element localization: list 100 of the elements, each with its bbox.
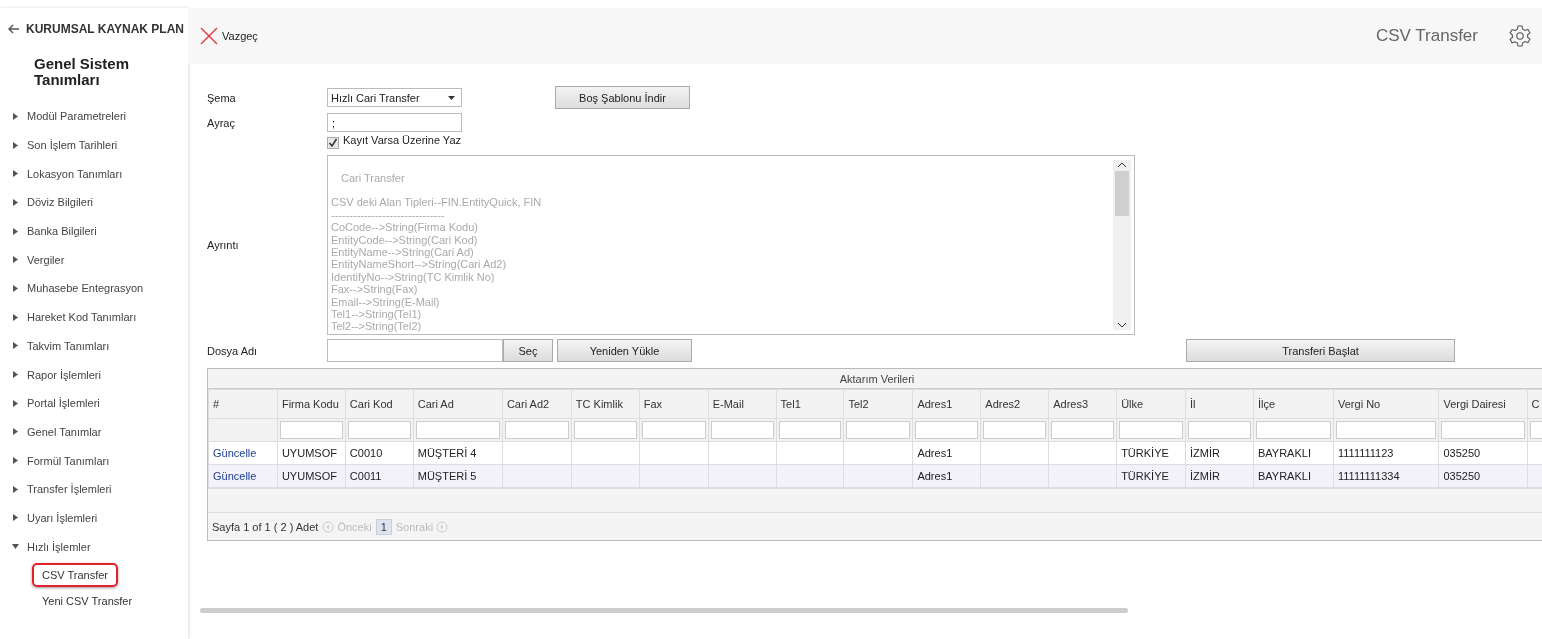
filter-field[interactable] [573,421,637,439]
filter-field[interactable] [846,421,911,439]
sidebar-item[interactable]: Takvim Tanımları [0,331,188,361]
sidebar-item-label: Takvim Tanımları [27,339,110,352]
sidebar-item-label: Vergiler [27,253,65,266]
schema-dropdown[interactable]: Hızlı Cari Transfer [327,88,462,107]
filter-field[interactable] [641,421,706,439]
table-cell: 035250 [1443,470,1481,482]
sidebar-item[interactable]: Uyarı İşlemleri [0,503,188,533]
field-label: Ayraç [207,116,236,129]
checkbox[interactable] [327,137,339,149]
sidebar-item[interactable]: Lokasyon Tanımları [0,159,188,189]
sidebar-item[interactable]: Son İşlem Tarihleri [0,130,188,160]
horizontal-scrollbar[interactable] [200,608,1128,613]
filter-field[interactable] [279,421,343,439]
column-header[interactable]: Ülke [1116,389,1186,419]
page-title: CSV Transfer [1375,26,1478,46]
column-header[interactable]: Vergi Dairesi [1438,389,1528,419]
column-header[interactable]: Vergi No [1333,389,1439,419]
scrollbar[interactable] [1113,160,1131,330]
close-icon [200,27,218,45]
filter-field[interactable] [504,421,569,439]
reload-button[interactable]: Yeniden Yükle [557,339,692,362]
column-header[interactable]: E-Mail [708,389,777,419]
sidebar-item-label: Döviz Bilgileri [27,196,94,209]
table-cell: Adres1 [917,447,953,459]
sidebar-item[interactable]: Portal İşlemleri [0,388,188,418]
column-header[interactable]: Fax [639,389,709,419]
column-header[interactable]: Cari Ad [413,389,503,419]
filter-field[interactable] [1051,421,1115,439]
table-cell: C0010 [349,447,383,459]
separator-field[interactable]: ; [327,113,462,132]
sidebar-item[interactable]: Modül Parametreleri [0,102,188,131]
sidebar-item[interactable]: Formül Tanımları [0,446,188,475]
sidebar-item-label: Formül Tanımları [27,454,110,467]
filter-field[interactable] [1188,421,1251,439]
sidebar-item[interactable]: Vergiler [0,245,188,275]
column-header[interactable]: Tel2 [844,389,913,419]
filter-field[interactable] [1529,421,1542,439]
column-header[interactable]: Tel1 [776,389,844,419]
table-cell: UYUMSOF [281,470,337,482]
filter-field[interactable] [778,421,842,439]
start-transfer-button[interactable]: Transferi Başlat [1186,339,1455,362]
column-header[interactable]: İl [1185,389,1254,419]
choose-button[interactable]: Seç [503,339,553,362]
settings-icon[interactable] [1508,24,1532,48]
column-header[interactable]: # [208,389,278,419]
sidebar-item[interactable]: Transfer İşlemleri [0,474,188,504]
file-name-field[interactable] [327,339,503,362]
filter-field[interactable] [915,421,979,439]
table-cell: C0011 [349,470,382,482]
cancel-button[interactable]: Vazgeç [200,27,258,45]
sidebar-subitem[interactable]: CSV Transfer [32,563,119,587]
sidebar-item[interactable]: Banka Bilgileri [0,216,188,246]
chevron-up-icon[interactable] [1117,160,1127,168]
sidebar-item-label: Genel Tanımlar [27,425,102,438]
column-header[interactable]: TC Kimlik [571,389,640,419]
sidebar-title: Genel Sistem Tanımları [34,56,131,88]
table-cell: UYUMSOF [281,447,337,459]
scrollbar-thumb[interactable] [1115,171,1129,216]
column-header[interactable]: Adres2 [980,389,1049,419]
filter-field[interactable] [983,421,1047,439]
filter-field[interactable] [710,421,774,439]
sidebar-item-label: Hızlı İşlemler [27,540,91,553]
sidebar-item[interactable]: Genel Tanımlar [0,417,188,447]
column-header[interactable]: Cari Ad2 [502,389,572,419]
column-header[interactable]: İlçe [1253,389,1334,419]
table-cell: İZMİR [1190,470,1220,482]
sidebar-item[interactable]: Hareket Kod Tanımları [0,302,188,332]
sidebar-item[interactable]: Muhasebe Entegrasyon [0,274,188,303]
filter-field[interactable] [1336,421,1437,439]
chevron-down-icon[interactable] [1117,322,1127,330]
page-number[interactable]: 1 [375,518,392,535]
filter-field[interactable] [1441,421,1525,439]
column-header[interactable]: Adres1 [912,389,981,419]
sidebar-item-label: Rapor İşlemleri [27,368,101,381]
template-download-button[interactable]: Boş Şablonu İndir [555,86,690,109]
filter-field[interactable] [415,421,500,439]
table-cell: TÜRKİYE [1121,447,1169,459]
filter-field[interactable] [1255,421,1331,439]
sidebar-item[interactable]: Rapor İşlemleri [0,360,188,389]
sidebar-item[interactable]: Hızlı İşlemler [0,532,188,561]
sidebar-item-label: Son İşlem Tarihleri [27,139,118,152]
back-arrow-icon[interactable] [8,24,20,34]
field-label: Şema [207,91,237,104]
filter-field[interactable] [347,421,411,439]
table-cell: Adres1 [917,470,953,482]
filter-field[interactable] [1119,421,1184,439]
pager-summary: Sayfa 1 of 1 ( 2 ) Adet [212,520,319,533]
sidebar-subitem[interactable]: Yeni CSV Transfer [32,589,143,613]
detail-text: CSV deki Alan Tipleri--FIN.EntityQuick, FIN ------------------------------- CoCode-->String(Firma Kodu) EntityCode-->String(Cari Kod) EntityName-->String(Cari Ad) EntityNameShort-->String(Cari Ad2) IdentifyNo-->String(TC Kimlik No) Fax-->String(Fax) Email-->String(E-Mail) Tel1-->String(Tel1) Tel2-->String(Tel2) [331,196,542,333]
table-cell: MÜŞTERİ 4 [417,447,477,459]
sidebar-item-label: Lokasyon Tanımları [27,167,123,180]
table-cell: BAYRAKLI [1257,470,1311,482]
back-link[interactable]: KURUMSAL KAYNAK PLAN [26,22,184,36]
column-header[interactable]: Adres3 [1048,389,1117,419]
column-header[interactable]: Firma Kodu [277,389,346,419]
column-header[interactable]: Cari Kod [345,389,414,419]
sidebar-item[interactable]: Döviz Bilgileri [0,188,188,217]
table-cell: 1111111123 [1338,447,1394,459]
